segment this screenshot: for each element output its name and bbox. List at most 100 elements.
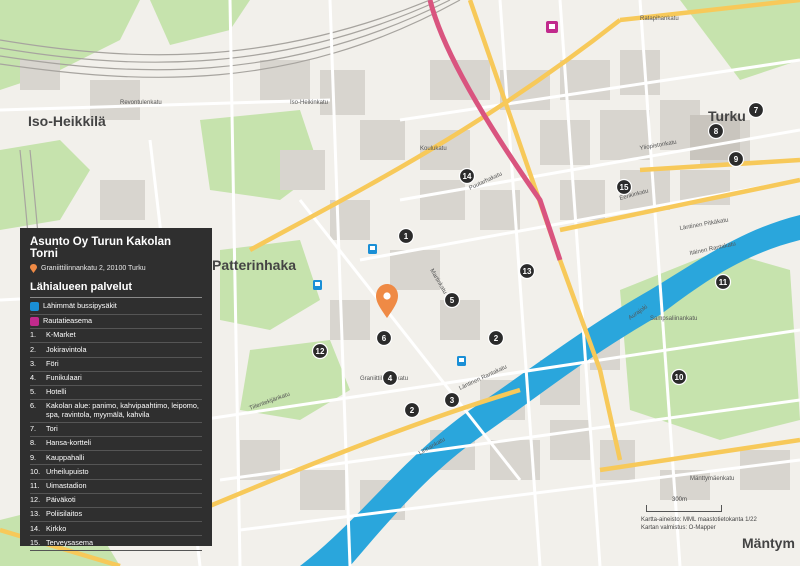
legend-label: Jokiravintola xyxy=(46,344,87,354)
legend-item: 13. Poliisilaitos xyxy=(30,508,202,523)
district-label-turku: Turku xyxy=(708,108,746,124)
legend-label: Hansa-kortteli xyxy=(46,438,92,448)
legend-item: 7. Tori xyxy=(30,423,202,438)
services-heading: Lähialueen palvelut xyxy=(30,281,133,293)
svg-text:12: 12 xyxy=(316,347,325,356)
legend-number: 11. xyxy=(30,480,40,490)
legend-label: K-Market xyxy=(46,330,76,340)
legend-row-bus: Lähimmät bussipysäkit xyxy=(30,300,202,315)
legend-item: 9. Kauppahalli xyxy=(30,451,202,466)
legend-label: Kirkko xyxy=(46,523,67,533)
svg-text:2: 2 xyxy=(494,334,499,343)
svg-text:9: 9 xyxy=(734,155,739,164)
legend-label: Päiväkoti xyxy=(46,495,76,505)
railway-station-icon xyxy=(30,316,39,326)
poi-marker[interactable]: 4 xyxy=(381,369,399,387)
legend-item: 2. Jokiravintola xyxy=(30,343,202,358)
poi-marker[interactable]: 9 xyxy=(727,150,745,168)
svg-text:11: 11 xyxy=(719,278,728,287)
legend-item: 10. Urheilupuisto xyxy=(30,465,202,480)
poi-marker[interactable]: 2 xyxy=(487,329,505,347)
poi-marker[interactable]: 14 xyxy=(458,167,476,185)
district-label-patterinhaka: Patterinhaka xyxy=(212,257,296,273)
poi-marker[interactable]: 15 xyxy=(615,178,633,196)
legend-number: 5. xyxy=(30,387,37,397)
bus-stop-icon[interactable] xyxy=(368,244,377,254)
street-label: Koulukatu xyxy=(420,146,447,152)
bus-stop-icon[interactable] xyxy=(313,280,322,290)
legend-label: Funikulaari xyxy=(46,373,82,383)
district-label-iso-heikkila: Iso-Heikkilä xyxy=(28,113,106,129)
legend-label: Poliisilaitos xyxy=(46,509,83,519)
legend-number: 9. xyxy=(30,452,37,462)
poi-marker[interactable]: 10 xyxy=(670,368,688,386)
legend-number: 13. xyxy=(30,509,41,519)
legend-number: 12. xyxy=(30,495,41,505)
legend-label: Föri xyxy=(46,358,59,368)
street-label: Revontulenkatu xyxy=(120,100,162,106)
street-label: Sampsaliinankatu xyxy=(650,316,697,322)
svg-text:6: 6 xyxy=(382,334,387,343)
railway-station-icon[interactable] xyxy=(546,21,558,33)
legend-number: 2. xyxy=(30,344,37,354)
svg-text:4: 4 xyxy=(388,374,393,383)
legend-row-rail: Rautatieasema xyxy=(30,315,202,330)
bus-stop-icon[interactable] xyxy=(457,356,466,366)
legend-number: 3. xyxy=(30,358,37,368)
legend-item: 5. Hotelli xyxy=(30,386,202,401)
legend-item: 6. Kakolan alue: panimo, kahvipaahtimo, l… xyxy=(30,400,202,423)
poi-marker[interactable]: 5 xyxy=(443,291,461,309)
svg-text:2: 2 xyxy=(410,406,415,415)
address-text: Graniittilinnankatu 2, 20100 Turku xyxy=(41,265,146,272)
legend-number: 4. xyxy=(30,373,37,383)
poi-marker[interactable]: 11 xyxy=(714,273,732,291)
legend-item: 4. Funikulaari xyxy=(30,372,202,386)
scale-bar-label: 300m xyxy=(672,497,688,503)
svg-text:10: 10 xyxy=(675,373,684,382)
legend-item: 14. Kirkko xyxy=(30,522,202,537)
map-attribution: Kartta-aineisto: MML maastotietokanta 1/… xyxy=(641,516,800,532)
legend-label: Lähimmät bussipysäkit xyxy=(43,301,117,311)
legend-number: 1. xyxy=(30,330,37,340)
poi-marker[interactable]: 6 xyxy=(375,329,393,347)
legend-item: 8. Hansa-kortteli xyxy=(30,437,202,452)
svg-text:5: 5 xyxy=(450,296,455,305)
legend-item: 1. K-Market xyxy=(30,329,202,344)
legend-number: 14. xyxy=(30,523,41,533)
poi-marker[interactable]: 7 xyxy=(747,101,765,119)
legend-label: Urheilupuisto xyxy=(46,466,89,476)
poi-marker[interactable]: 2 xyxy=(403,401,421,419)
street-label: Ratapihankatu xyxy=(640,16,679,22)
bus-stop-icon xyxy=(30,302,39,312)
svg-text:1: 1 xyxy=(404,232,409,241)
poi-marker[interactable]: 13 xyxy=(518,262,536,280)
svg-text:8: 8 xyxy=(714,127,719,136)
scale-bar xyxy=(646,505,722,512)
attribution-line: Kartta-aineisto: MML maastotietokanta 1/… xyxy=(641,517,757,523)
legend-number: 10. xyxy=(30,466,41,476)
legend-label: Hotelli xyxy=(46,387,67,397)
district-label-mantymaki: Mäntym xyxy=(742,535,795,551)
legend-number: 6. xyxy=(30,401,37,411)
poi-marker[interactable]: 12 xyxy=(311,342,329,360)
poi-marker[interactable]: 3 xyxy=(443,391,461,409)
legend-label: Terveysasema xyxy=(46,537,94,547)
poi-marker[interactable]: 8 xyxy=(707,122,725,140)
svg-text:7: 7 xyxy=(754,106,759,115)
divider xyxy=(30,297,202,298)
legend-item: 15. Terveysasema xyxy=(30,536,202,551)
property-address: Graniittilinnankatu 2, 20100 Turku xyxy=(30,264,202,273)
legend-item: 11. Uimastadion xyxy=(30,480,202,494)
street-label: Iso-Heikinkatu xyxy=(290,100,328,106)
street-label: Mänttymäenkatu xyxy=(690,476,734,482)
svg-text:13: 13 xyxy=(523,267,532,276)
poi-marker[interactable]: 1 xyxy=(397,227,415,245)
svg-text:3: 3 xyxy=(450,396,455,405)
legend-label: Tori xyxy=(46,424,58,434)
legend-panel: Asunto Oy Turun Kakolan Torni Graniittil… xyxy=(20,228,212,551)
legend-item: 12. Päiväkoti xyxy=(30,494,202,509)
legend-label: Uimastadion xyxy=(46,480,87,490)
legend-label: Kakolan alue: panimo, kahvipaahtimo, lei… xyxy=(46,401,199,420)
property-title: Asunto Oy Turun Kakolan Torni xyxy=(30,236,171,260)
legend-label: Rautatieasema xyxy=(43,315,93,325)
